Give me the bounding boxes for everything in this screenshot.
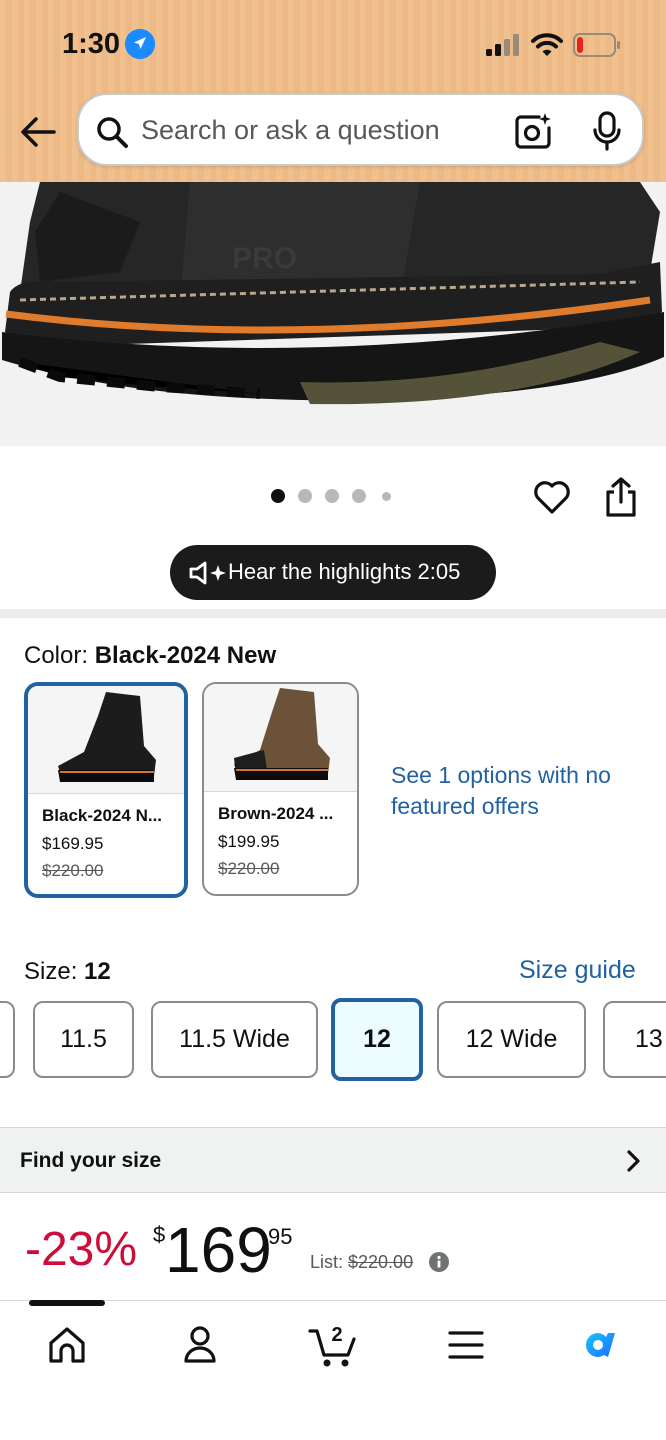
find-your-size-label: Find your size: [20, 1149, 162, 1172]
list-price-label: List:: [310, 1252, 349, 1272]
brown-boot-thumbnail: [234, 688, 330, 780]
home-icon[interactable]: [37, 1321, 97, 1369]
color-swatch-black[interactable]: Black-2024 N... $169.95 $220.00: [24, 682, 188, 898]
color-selected-value: Black-2024 New: [94, 642, 277, 669]
see-more-options-link[interactable]: See 1 options with no featured offers: [391, 760, 641, 822]
back-arrow-icon[interactable]: [18, 114, 58, 150]
camera-icon[interactable]: [513, 111, 553, 151]
find-your-size-row[interactable]: Find your size: [0, 1127, 666, 1193]
swatch-image: [28, 686, 184, 794]
swatch-image: [204, 684, 357, 792]
swatch-price: $169.95: [42, 834, 104, 853]
color-label: Color: Black-2024 New: [24, 642, 276, 670]
wifi-icon: [531, 33, 563, 56]
size-option-partial[interactable]: [0, 1001, 15, 1078]
app-header: 1:30: [0, 0, 666, 182]
cellular-signal-icon: [486, 34, 519, 56]
swatch-list-price: $220.00: [218, 859, 280, 878]
search-icon: [97, 117, 128, 148]
svg-text:PRO: PRO: [232, 242, 297, 275]
rufus-icon[interactable]: [568, 1321, 628, 1369]
list-price-value: $220.00: [348, 1252, 414, 1272]
chevron-right-icon: [627, 1150, 640, 1172]
carousel-dot[interactable]: [298, 489, 312, 503]
price-fraction: 95: [268, 1224, 293, 1249]
color-label-prefix: Color:: [24, 642, 95, 669]
size-selected-value: 12: [84, 958, 111, 985]
size-label-prefix: Size:: [24, 958, 85, 985]
swatch-name: Black-2024 N...: [42, 806, 163, 825]
carousel-dot[interactable]: [325, 489, 339, 503]
info-icon[interactable]: [429, 1252, 449, 1272]
discount-percent: -23%: [25, 1223, 138, 1276]
hear-highlights-label: Hear the highlights 2:05: [228, 559, 461, 584]
menu-icon[interactable]: [436, 1321, 496, 1369]
status-time: 1:30: [62, 28, 121, 60]
size-label: Size: 12: [24, 958, 111, 986]
cart-count: 2: [331, 1324, 342, 1346]
bottom-tab-bar: 2: [0, 1300, 666, 1440]
speaker-sparkle-icon: [189, 561, 226, 585]
swatch-price: $199.95: [218, 832, 280, 851]
size-guide-link[interactable]: Size guide: [519, 956, 636, 985]
swatch-list-price: $220.00: [42, 861, 104, 880]
battery-icon: [573, 33, 620, 57]
size-option-selected[interactable]: 12: [331, 998, 423, 1081]
swatch-name: Brown-2024 ...: [218, 804, 334, 823]
section-divider: [0, 609, 666, 618]
account-icon[interactable]: [170, 1321, 230, 1369]
boot-photo: PRO: [0, 182, 666, 446]
active-tab-indicator: [29, 1300, 105, 1306]
hear-highlights-button[interactable]: Hear the highlights 2:05: [170, 545, 496, 600]
search-input[interactable]: [141, 107, 501, 153]
share-icon[interactable]: [604, 476, 638, 518]
color-swatch-brown[interactable]: Brown-2024 ... $199.95 $220.00: [202, 682, 359, 896]
cart-icon[interactable]: 2: [302, 1321, 362, 1369]
product-image[interactable]: PRO: [0, 182, 666, 446]
location-arrow-icon: [125, 29, 155, 59]
list-price: List: $220.00: [310, 1252, 413, 1273]
size-option[interactable]: 11.5: [33, 1001, 134, 1078]
mic-icon[interactable]: [591, 111, 623, 151]
carousel-dot[interactable]: [352, 489, 366, 503]
search-bar[interactable]: [77, 93, 644, 166]
price-whole: 169: [165, 1214, 272, 1286]
carousel-dot[interactable]: [382, 492, 391, 501]
black-boot-thumbnail: [58, 692, 156, 782]
heart-icon[interactable]: [533, 478, 571, 516]
size-option[interactable]: 11.5 Wide: [151, 1001, 318, 1078]
carousel-dot[interactable]: [271, 489, 285, 503]
size-option[interactable]: 12 Wide: [437, 1001, 586, 1078]
price-currency: $: [153, 1222, 166, 1247]
size-option[interactable]: 13: [603, 1001, 666, 1078]
